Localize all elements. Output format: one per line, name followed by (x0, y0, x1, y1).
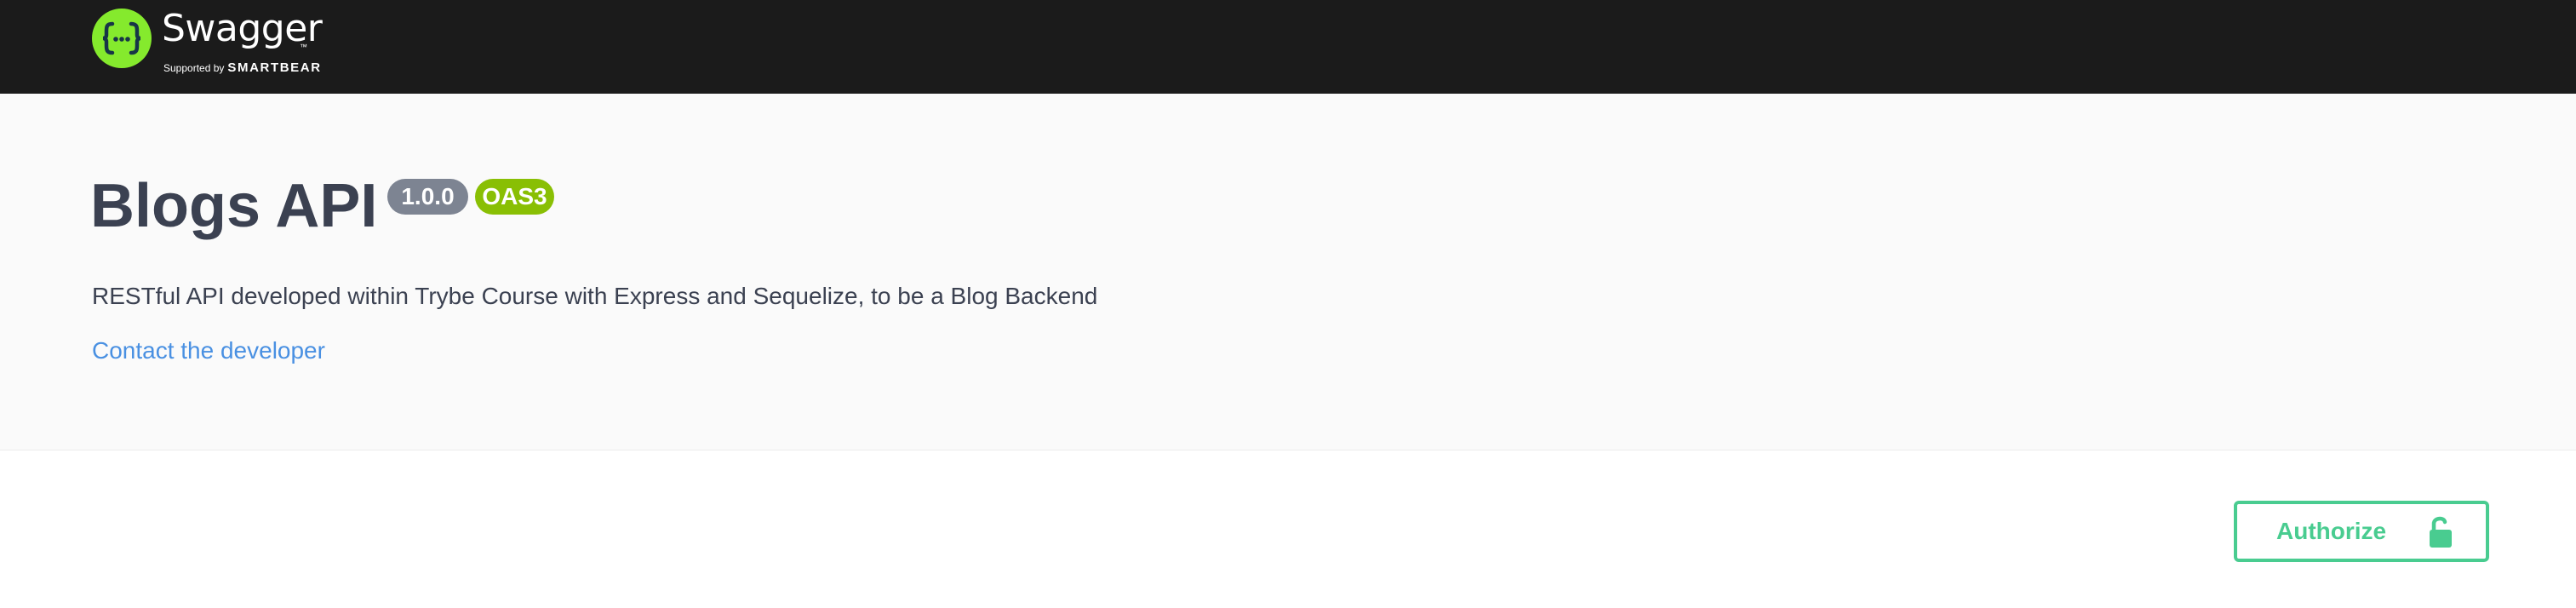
braces-icon (102, 21, 141, 55)
page-title: Blogs API (90, 172, 378, 240)
authorize-label: Authorize (2276, 518, 2387, 544)
version-badge: 1.0.0 (387, 179, 468, 215)
lock-open-icon (2430, 516, 2452, 548)
info-section: Blogs API 1.0.0 OAS3 RESTful API develop… (0, 94, 2576, 450)
sponsor-name: SMARTBEAR (227, 60, 322, 75)
brand-sponsor: Supported by SMARTBEAR (163, 61, 322, 75)
api-description: RESTful API developed within Trybe Cours… (92, 283, 1098, 309)
authorize-button[interactable]: Authorize (2234, 501, 2489, 562)
supported-by-label: Supported by (163, 62, 225, 74)
brand-trademark: ™ (300, 43, 307, 51)
contact-developer-link[interactable]: Contact the developer (92, 337, 325, 364)
brand-name[interactable]: Swagger (162, 10, 323, 48)
swagger-logo-icon[interactable] (92, 9, 152, 68)
topbar: Swagger ™ Supported by SMARTBEAR (0, 0, 2576, 94)
oas-badge: OAS3 (475, 179, 554, 215)
